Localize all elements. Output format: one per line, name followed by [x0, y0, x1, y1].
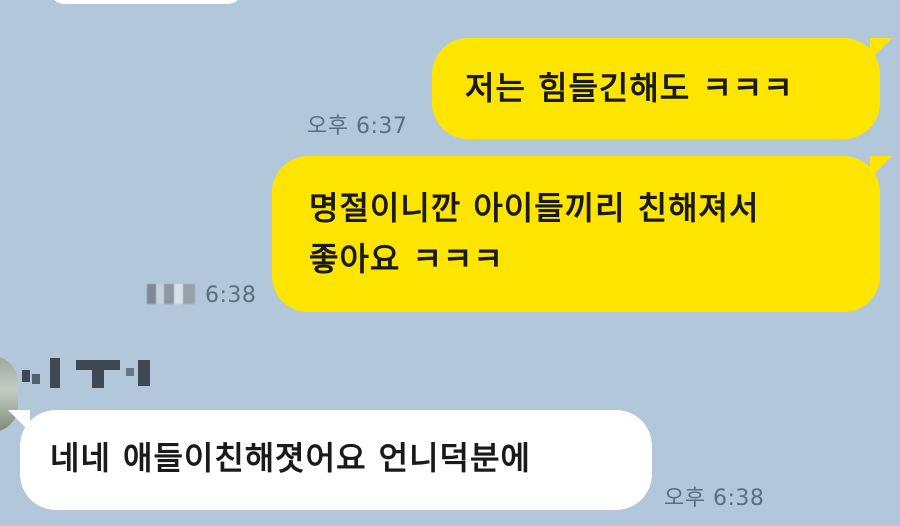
received-message-bubble[interactable]: 네네 애들이친해졋어요 언니덕분에: [8, 410, 652, 510]
previous-message-bubble[interactable]: [48, 0, 244, 4]
message-text: 저는 힘들긴해도 ㅋㅋㅋ: [465, 69, 794, 107]
chat-room: 오후 6:37 저는 힘들긴해도 ㅋㅋㅋ 6:38 명절이니깐 아이들끼리 친해…: [0, 0, 900, 526]
message-text: 네네 애들이친해졋어요 언니덕분에: [50, 439, 531, 477]
message-text-line: 명절이니깐 아이들끼리 친해져서: [309, 189, 760, 227]
my-message-bubble[interactable]: 명절이니깐 아이들끼리 친해져서 좋아요 ㅋㅋㅋ: [272, 156, 892, 312]
my-message-bubble[interactable]: 저는 힘들긴해도 ㅋㅋㅋ: [432, 38, 892, 139]
message-timestamp: 6:38: [205, 283, 257, 308]
bubble-tail: [870, 156, 892, 178]
redacted-read-status: [147, 284, 195, 304]
message-timestamp: 오후 6:38: [664, 486, 765, 511]
message-text-line: 좋아요 ㅋㅋㅋ: [309, 240, 504, 278]
redacted-sender-name[interactable]: [22, 356, 172, 392]
message-timestamp: 오후 6:37: [307, 114, 408, 139]
bubble-tail: [8, 410, 30, 432]
message-timestamp-row: 6:38: [147, 283, 256, 308]
bubble-tail: [870, 38, 892, 60]
